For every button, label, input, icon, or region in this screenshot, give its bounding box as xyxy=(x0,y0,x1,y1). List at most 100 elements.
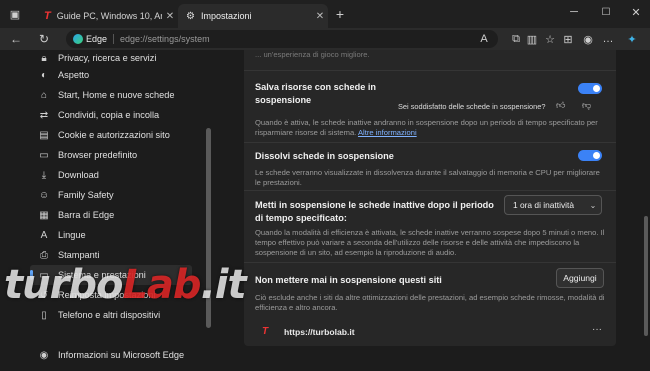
tab-actions-icon[interactable]: ▣ xyxy=(6,6,24,22)
sidebar-item-phone[interactable]: ▯ Telefono e altri dispositivi xyxy=(30,305,192,325)
sidebar-item-label: Family Safety xyxy=(58,190,114,200)
profile-icon[interactable]: ◉ xyxy=(580,31,596,47)
sidebar-item-label: Aspetto xyxy=(58,70,90,80)
dropdown-value: 1 ora di inattività xyxy=(513,200,574,210)
sidebar-item-start-home[interactable]: ⌂ Start, Home e nuove schede xyxy=(30,85,192,105)
sidebar-item-label: Informazioni su Microsoft Edge xyxy=(58,350,185,360)
feedback-question: Sei soddisfatto delle schede in sospensi… xyxy=(398,102,546,111)
minimize-icon[interactable]: ─ xyxy=(562,4,586,20)
more-menu-icon[interactable]: … xyxy=(600,31,616,47)
sidebar-item-about[interactable]: ◉ Informazioni su Microsoft Edge xyxy=(30,345,192,365)
settings-sidebar: 🔒︎ Privacy, ricerca e servizi ◐ Aspetto ⌂ S… xyxy=(30,50,210,371)
printer-icon: ⎙ xyxy=(40,249,48,261)
palette-icon: ◐ xyxy=(40,69,48,81)
fade-description: Le schede verranno visualizzate in disso… xyxy=(255,168,600,187)
tab-settings[interactable]: ⚙ Impostazioni ✕ xyxy=(178,4,328,28)
sidebar-item-printers[interactable]: ⎙ Stampanti xyxy=(30,245,192,265)
learn-more-link[interactable]: Altre informazioni xyxy=(358,128,417,137)
sidebar-item-label: Barra di Edge xyxy=(58,210,115,220)
settings-page: 🔒︎ Privacy, ricerca e servizi ◐ Aspetto ⌂ S… xyxy=(0,50,650,371)
sidebar-item-family[interactable]: ☺ Family Safety xyxy=(30,185,192,205)
sidebar-item-appearance[interactable]: ◐ Aspetto xyxy=(30,65,192,85)
gear-icon: ⚙ xyxy=(186,10,195,22)
turbolab-logo-icon: T xyxy=(44,10,51,22)
sidebar-item-label: Telefono e altri dispositivi xyxy=(58,310,161,320)
language-icon: A xyxy=(40,229,48,241)
favorites-icon[interactable]: ☆ xyxy=(542,31,558,47)
maximize-icon[interactable]: ☐ xyxy=(594,4,618,20)
edge-icon xyxy=(73,34,83,44)
refresh-icon[interactable]: ↻ xyxy=(36,31,52,47)
turbolab-favicon-icon: T xyxy=(262,326,269,337)
close-icon[interactable]: ✕ xyxy=(162,11,178,22)
laptop-icon: ▭ xyxy=(39,269,49,281)
sidebar-item-label: Stampanti xyxy=(58,250,100,260)
tab-bar: ▣ T Guide PC, Windows 10, Android, ✕ ⚙ I… xyxy=(0,0,650,28)
sidebar-item-label: Download xyxy=(58,170,99,180)
copilot-icon[interactable]: ✦ xyxy=(624,31,640,47)
never-sleep-title: Non mettere mai in sospensione questi si… xyxy=(255,275,442,285)
sidebar-item-label: Condividi, copia e incolla xyxy=(58,110,160,120)
thumbs-up-icon[interactable]: 👍︎ xyxy=(556,100,565,111)
reset-icon: ↺ xyxy=(39,289,49,301)
sleep-after-title: Metti in sospensione le schede inattive … xyxy=(255,200,494,223)
sidebar-item-label: Privacy, ricerca e servizi xyxy=(58,53,157,63)
settings-panel: ... un'esperienza di gioco migliore. Sal… xyxy=(244,50,616,346)
partial-description: ... un'esperienza di gioco migliore. xyxy=(255,50,370,59)
address-bar[interactable]: Edge edge://settings/system xyxy=(66,30,498,48)
sidebar-item-edge-bar[interactable]: ▦ Barra di Edge xyxy=(30,205,192,225)
edge-icon: ◉ xyxy=(39,349,49,361)
save-resources-description: Quando è attiva, le schede inattive andr… xyxy=(255,118,598,137)
extensions-icon[interactable]: ⧉ xyxy=(508,31,524,47)
sidebar-scrollbar[interactable] xyxy=(206,128,211,328)
sidebar-item-cookies[interactable]: ▤ Cookie e autorizzazioni sito xyxy=(30,125,192,145)
close-icon[interactable]: ✕ xyxy=(312,11,328,22)
add-site-button[interactable]: Aggiungi xyxy=(556,268,604,288)
thumbs-down-icon[interactable]: 👎︎ xyxy=(582,100,591,111)
lock-icon: 🔒︎ xyxy=(41,52,47,64)
sidebar-item-label: Start, Home e nuove schede xyxy=(58,90,175,100)
excluded-site: https://turbolab.it xyxy=(284,327,355,337)
sidebar-item-download[interactable]: ⤓ Download xyxy=(30,165,192,185)
chevron-down-icon: ⌄ xyxy=(589,200,597,210)
sidebar-item-reset[interactable]: ↺ Reimposta impostazioni xyxy=(30,285,192,305)
main-scrollbar[interactable] xyxy=(644,216,648,336)
sidebar-item-default-browser[interactable]: ▭ Browser predefinito xyxy=(30,145,192,165)
split-screen-icon[interactable]: ▥ xyxy=(524,31,540,47)
fade-title: Dissolvi schede in sospensione xyxy=(255,151,394,161)
collections-icon[interactable]: ⊞ xyxy=(560,31,576,47)
new-tab-button[interactable]: + xyxy=(332,6,348,22)
browser-icon: ▭ xyxy=(39,149,49,161)
download-icon: ⤓ xyxy=(41,169,47,181)
sidebar-item-label: Lingue xyxy=(58,230,86,240)
sidebar-item-languages[interactable]: A Lingue xyxy=(30,225,192,245)
cookie-icon: ▤ xyxy=(39,129,49,141)
close-window-icon[interactable]: ✕ xyxy=(624,4,648,20)
share-icon: ⇄ xyxy=(39,109,49,121)
home-icon: ⌂ xyxy=(40,89,48,101)
phone-icon: ▯ xyxy=(41,309,47,321)
tab-label: Guide PC, Windows 10, Android, xyxy=(56,11,162,21)
site-label: Edge xyxy=(86,34,108,44)
family-icon: ☺ xyxy=(38,189,50,201)
sidebar-item-share[interactable]: ⇄ Condividi, copia e incolla xyxy=(30,105,192,125)
save-resources-title: Salva risorse con schede in sospensione xyxy=(255,82,377,105)
sidebar-icon: ▦ xyxy=(39,209,49,221)
sidebar-item-label: Browser predefinito xyxy=(58,150,138,160)
url-text: edge://settings/system xyxy=(120,34,210,44)
save-resources-toggle[interactable] xyxy=(578,83,602,94)
back-icon[interactable]: ← xyxy=(8,31,24,47)
sidebar-item-label: Sistema e prestazioni xyxy=(58,270,146,280)
toolbar: ← ↻ Edge edge://settings/system A ⧉ ▥ ☆ … xyxy=(0,28,650,50)
tab-label: Impostazioni xyxy=(200,11,252,21)
inactivity-dropdown[interactable]: 1 ora di inattività ⌄ xyxy=(504,195,602,215)
sidebar-item-label: Cookie e autorizzazioni sito xyxy=(58,130,170,140)
sidebar-item-label: Reimposta impostazioni xyxy=(58,290,156,300)
sidebar-item-system[interactable]: ▭ Sistema e prestazioni xyxy=(30,265,192,285)
tab-turbolab[interactable]: T Guide PC, Windows 10, Android, ✕ xyxy=(36,4,178,28)
never-sleep-description: Ciò esclude anche i siti da altre ottimi… xyxy=(255,293,605,312)
fade-toggle[interactable] xyxy=(578,150,602,161)
read-aloud-icon[interactable]: A xyxy=(476,31,492,47)
sleep-after-description: Quando la modalità di efficienza è attiv… xyxy=(255,228,605,257)
more-options-icon[interactable]: ··· xyxy=(592,324,602,335)
